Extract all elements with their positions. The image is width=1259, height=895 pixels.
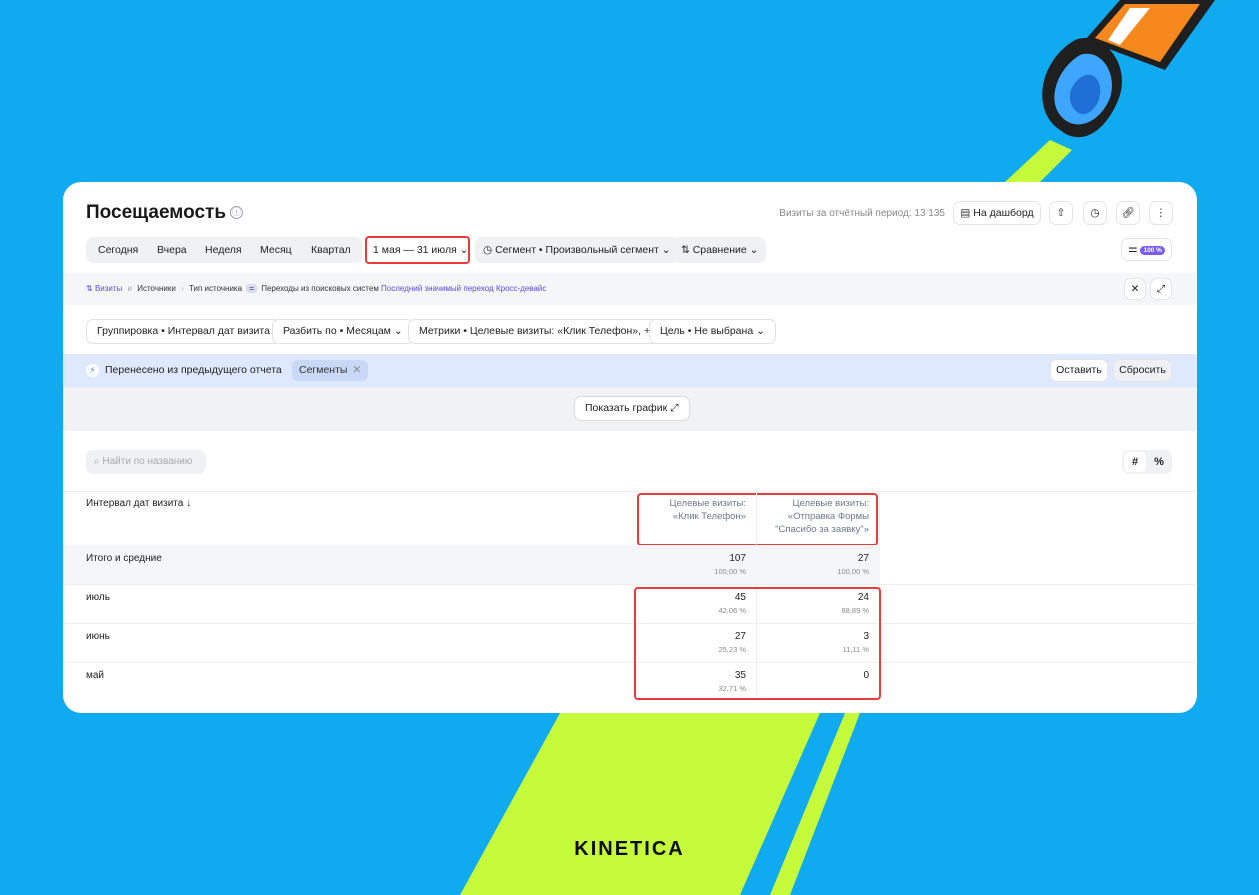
- period-week[interactable]: Неделя: [205, 237, 242, 263]
- divider: [63, 584, 1197, 585]
- more-icon[interactable]: ⋮: [1149, 201, 1173, 225]
- cell-value: 107: [729, 553, 746, 564]
- expand-icon[interactable]: ⤢: [1150, 278, 1172, 300]
- chevron-down-icon: ⌄: [746, 244, 759, 256]
- absolute-toggle[interactable]: #: [1124, 452, 1146, 472]
- rocket-icon: [1042, 0, 1215, 138]
- search-input[interactable]: ⌕ Найти по названию: [86, 450, 206, 474]
- sliders-icon: ⚌: [1128, 243, 1141, 255]
- chevron-down-icon: ⌄: [456, 244, 469, 256]
- cell-value: 3: [863, 631, 869, 642]
- sampling-button[interactable]: ⚌ 100 %: [1121, 238, 1172, 261]
- breadcrumb-sources[interactable]: Источники: [137, 284, 176, 293]
- cell-percent: 11,11 %: [842, 645, 869, 654]
- comparison-dropdown[interactable]: ⇅ Сравнение ⌄: [673, 237, 767, 263]
- segment-icon: ◷: [483, 244, 496, 256]
- page-title: Посещаемость: [86, 202, 227, 223]
- add-to-dashboard-button[interactable]: ▤ На дашборд: [953, 201, 1041, 225]
- goal-dropdown[interactable]: Цель • Не выбрана ⌄: [649, 319, 776, 344]
- report-card: Посещаемость ⓘ Визиты за отчётный период…: [63, 182, 1197, 713]
- breadcrumb-source-type[interactable]: Тип источника: [189, 284, 242, 293]
- crossdevice-link[interactable]: Кросс-девайс: [496, 284, 546, 293]
- breadcrumb: ⇅ Визиты и Источники › Тип источника = П…: [63, 273, 1197, 305]
- brand-logo: KINETICA: [574, 838, 685, 860]
- divider: [63, 491, 1197, 492]
- row-label: июнь: [86, 631, 110, 642]
- cell-percent: 42,06 %: [718, 606, 746, 615]
- visits-summary: Визиты за отчётный период: 13 135: [779, 208, 945, 219]
- grouping-dropdown[interactable]: Группировка • Интервал дат визита: [86, 319, 281, 344]
- column-separator: [756, 492, 757, 700]
- history-icon[interactable]: ◷: [1083, 201, 1107, 225]
- cell-percent: 88,89 %: [841, 606, 869, 615]
- period-yesterday[interactable]: Вчера: [157, 237, 187, 263]
- link-icon[interactable]: 🔗︎: [1116, 201, 1140, 225]
- breadcrumb-value: Переходы из поисковых систем: [261, 284, 379, 293]
- comparison-icon: ⇅: [681, 244, 693, 256]
- cell-percent: 100,00 %: [837, 567, 869, 576]
- period-today[interactable]: Сегодня: [98, 237, 138, 263]
- info-icon[interactable]: ⓘ: [230, 206, 243, 219]
- share-icon[interactable]: ⇧: [1049, 201, 1073, 225]
- period-selector: Сегодня Вчера Неделя Месяц Квартал: [86, 237, 363, 263]
- cell-value: 27: [857, 553, 869, 564]
- row-label: июль: [86, 592, 110, 603]
- row-label: май: [86, 670, 105, 681]
- cell-percent: 25,23 %: [718, 645, 746, 654]
- chevron-down-icon: ⌄: [753, 325, 765, 337]
- period-month[interactable]: Месяц: [260, 237, 292, 263]
- cell-value: 24: [857, 592, 869, 603]
- cell-value: 45: [734, 592, 746, 603]
- totals-row: [63, 545, 880, 584]
- attribution-link[interactable]: Последний значимый переход: [381, 284, 494, 293]
- show-graph-button[interactable]: Показать график ⤢: [574, 396, 690, 421]
- cell-percent: 100,00 %: [714, 567, 746, 576]
- value-mode-toggle: # %: [1122, 450, 1172, 474]
- cell-percent: 32,71 %: [718, 684, 746, 693]
- segments-chip: Сегменты ✕: [292, 360, 369, 381]
- period-quarter[interactable]: Квартал: [311, 237, 351, 263]
- notice-bar: ⚡︎ Перенесено из предыдущего отчета Сегм…: [63, 354, 1197, 387]
- cell-value: 27: [734, 631, 746, 642]
- reset-button[interactable]: Сбросить: [1113, 359, 1172, 382]
- date-range-dropdown[interactable]: 1 мая — 31 июля ⌄: [365, 237, 477, 263]
- notice-text: Перенесено из предыдущего отчета: [105, 364, 282, 376]
- dimension-header[interactable]: Интервал дат визита ↓: [86, 498, 191, 509]
- divider: [63, 623, 1197, 624]
- close-icon[interactable]: ✕: [1124, 278, 1146, 300]
- close-icon[interactable]: ✕: [352, 364, 361, 376]
- percent-toggle[interactable]: %: [1148, 452, 1170, 472]
- divider: [63, 662, 1197, 663]
- lightning-icon: ⚡︎: [86, 364, 99, 377]
- totals-label: Итого и средние: [86, 553, 162, 564]
- cell-value: 0: [863, 670, 869, 681]
- cell-value: 35: [734, 670, 746, 681]
- keep-button[interactable]: Оставить: [1050, 359, 1108, 382]
- column-header-form[interactable]: Целевые визиты: «Отправка Формы "Спасибо…: [758, 497, 869, 536]
- split-dropdown[interactable]: Разбить по • Месяцам ⌄: [272, 319, 414, 344]
- condition-tag: =: [246, 284, 257, 293]
- graph-band: Показать график ⤢: [63, 387, 1197, 431]
- chevron-down-icon: ⌄: [390, 325, 403, 337]
- metric-link[interactable]: ⇅ Визиты: [86, 284, 122, 293]
- column-header-phone[interactable]: Целевые визиты: «Клик Телефон»: [648, 497, 746, 523]
- column-separator: [879, 492, 880, 700]
- dashboard-icon: ▤: [960, 207, 974, 219]
- chevron-down-icon: ⌄: [658, 244, 671, 256]
- segment-dropdown[interactable]: ◷ Сегмент • Произвольный сегмент ⌄: [475, 237, 679, 263]
- metrics-dropdown[interactable]: Метрики • Целевые визиты: «Клик Телефон»…: [408, 319, 667, 344]
- expand-icon: ⤢: [667, 402, 679, 414]
